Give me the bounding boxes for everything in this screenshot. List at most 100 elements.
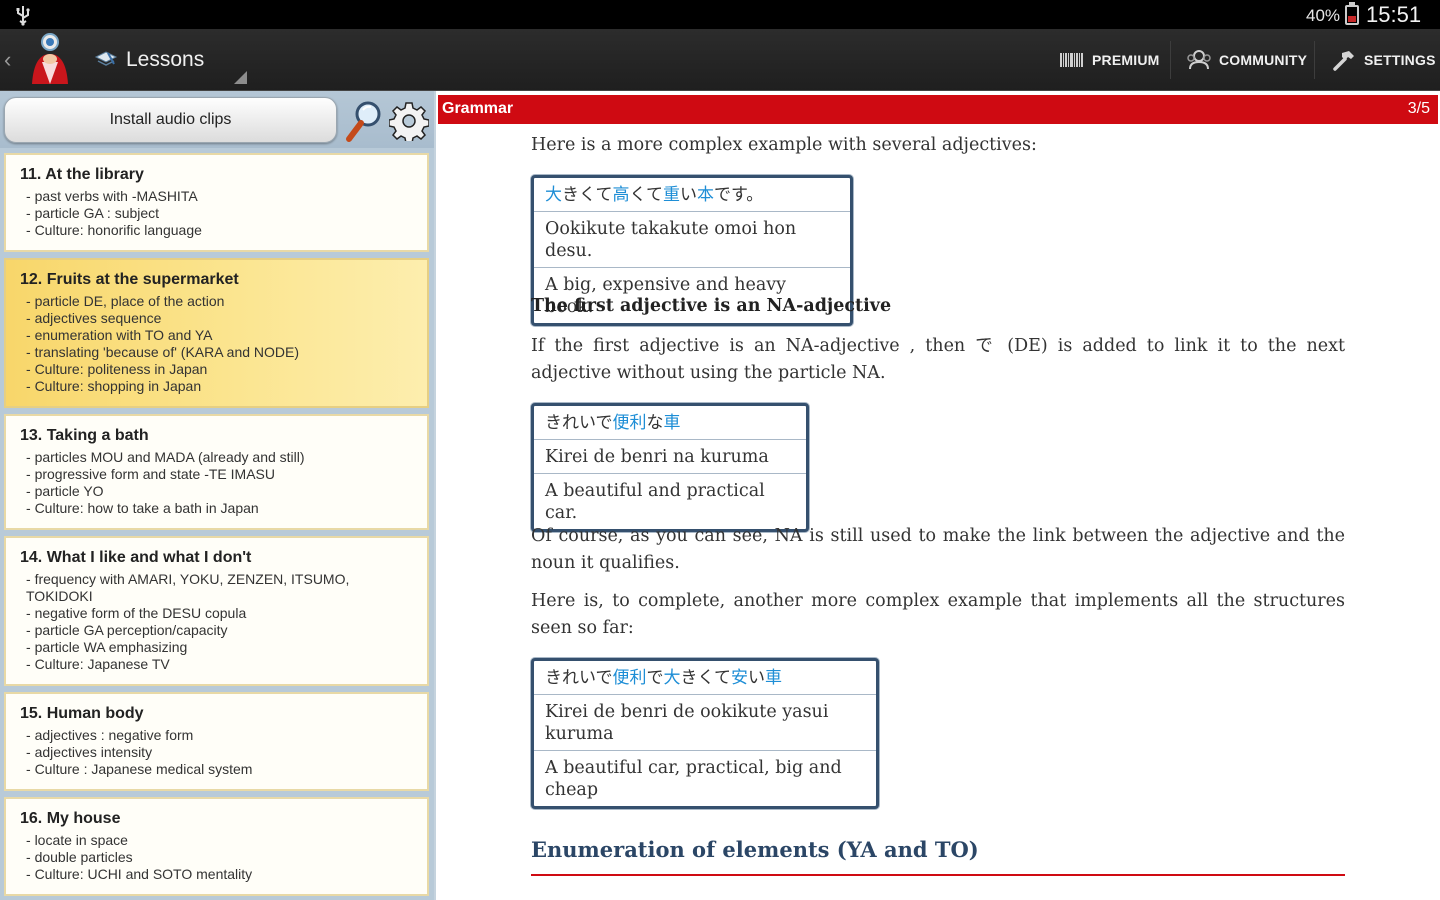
lesson-title: 16. My house	[20, 810, 121, 827]
lesson-topic: particles MOU and MADA (already and stil…	[26, 449, 377, 466]
example-english: A beautiful and practical car.	[534, 473, 806, 529]
lesson-topics: particles MOU and MADA (already and stil…	[20, 449, 427, 517]
subheading: The first adjective is an NA-adjective	[531, 296, 892, 316]
kana-segment: です。	[714, 185, 764, 205]
premium-button[interactable]: PREMIUM	[1060, 29, 1160, 91]
kana-segment: くて	[629, 185, 664, 205]
kanji-segment: 便利	[612, 413, 647, 433]
battery-percent: 40%	[1306, 6, 1341, 25]
gear-icon[interactable]	[389, 101, 429, 141]
lesson-topic: adjectives : negative form	[26, 727, 377, 744]
kanji-segment: 高	[612, 185, 630, 205]
lesson-title: 14. What I like and what I don't	[20, 549, 252, 566]
paragraph: If the first adjective is an NA-adjectiv…	[531, 336, 1345, 383]
kana-segment: い	[680, 185, 697, 205]
lesson-topic: particle WA emphasizing	[26, 639, 377, 656]
example-english: A beautiful car, practical, big and chea…	[534, 750, 876, 806]
community-label: COMMUNITY	[1219, 52, 1308, 68]
lesson-topic: particle GA perception/capacity	[26, 622, 377, 639]
paragraph: Of course, as you can see, NA is still u…	[531, 526, 1345, 573]
lesson-topic: locate in space	[26, 832, 377, 849]
lessons-sidebar: Install audio clips 11. At the library p…	[0, 91, 434, 900]
kana-segment: きくて	[562, 185, 613, 205]
settings-button[interactable]: SETTINGS	[1332, 29, 1436, 91]
lesson-topic: Culture: UCHI and SOTO mentality	[26, 866, 377, 883]
premium-label: PREMIUM	[1092, 52, 1160, 68]
lesson-topic: Culture: politeness in Japan	[26, 361, 377, 378]
kanji-segment: 安	[731, 668, 748, 688]
lesson-item[interactable]: 15. Human body adjectives : negative for…	[4, 692, 429, 791]
hammer-icon	[1333, 51, 1354, 71]
lesson-topic: progressive form and state -TE IMASU	[26, 466, 377, 483]
kana-segment: い	[748, 668, 765, 688]
lesson-item-selected[interactable]: 12. Fruits at the supermarket particle D…	[4, 258, 429, 408]
kanji-segment: 重	[663, 185, 680, 205]
grammar-content: Grammar 3/5 Here is a more complex examp…	[434, 91, 1440, 900]
intro-paragraph: Here is a more complex example with seve…	[531, 135, 1037, 155]
lesson-topic: Culture: how to take a bath in Japan	[26, 500, 377, 517]
lesson-topic: enumeration with TO and YA	[26, 327, 377, 344]
kanji-segment: 便利	[612, 668, 647, 688]
battery-icon	[1345, 2, 1359, 25]
lesson-topic: frequency with AMARI, YOKU, ZENZEN, ITSU…	[26, 571, 377, 605]
lesson-topic: Culture: honorific language	[26, 222, 377, 239]
example-japanese: きれいで便利で大きくて安い車	[534, 661, 876, 694]
action-bar: ‹ Lessons PREMIUM COMMUNITY SETTINGS	[0, 29, 1440, 91]
kanji-segment: 車	[663, 413, 681, 433]
kana-segment: きれいで	[545, 413, 613, 433]
example-box-2: きれいで便利な車 Kirei de benri na kuruma A beau…	[531, 403, 809, 532]
lesson-topic: past verbs with -MASHITA	[26, 188, 377, 205]
paragraph: Here is, to complete, another more compl…	[531, 591, 1345, 638]
example-box-3: きれいで便利で大きくて安い車 Kirei de benri de ookikut…	[531, 658, 879, 809]
kanji-segment: 本	[697, 185, 714, 205]
kana-segment: きくて	[680, 668, 732, 688]
dropdown-corner-icon[interactable]	[234, 71, 247, 84]
example-romaji: Kirei de benri de ookikute yasui kuruma	[534, 694, 876, 750]
lesson-topic: particle DE, place of the action	[26, 293, 377, 310]
barcode-icon	[1060, 53, 1083, 67]
community-button[interactable]: COMMUNITY	[1187, 29, 1307, 91]
screen-title[interactable]: Lessons	[126, 48, 204, 72]
lesson-item[interactable]: 11. At the library past verbs with -MASH…	[4, 153, 429, 252]
grammar-header: Grammar 3/5	[438, 95, 1438, 124]
lesson-topic: Culture : Japanese medical system	[26, 761, 377, 778]
grammar-header-title: Grammar	[442, 100, 514, 117]
page-indicator: 3/5	[1407, 100, 1430, 117]
kanji-segment: 大	[545, 185, 562, 205]
example-japanese: きれいで便利な車	[534, 406, 806, 439]
lesson-title: 11. At the library	[20, 166, 144, 183]
example-romaji: Ookikute takakute omoi hon desu.	[534, 211, 850, 267]
status-bar: 40% 15:51	[0, 0, 1440, 29]
lesson-title: 15. Human body	[20, 705, 144, 722]
install-audio-button[interactable]: Install audio clips	[4, 97, 337, 143]
lesson-item[interactable]: 14. What I like and what I don't frequen…	[4, 536, 429, 686]
back-chevron-icon[interactable]: ‹	[4, 47, 11, 73]
lesson-topic: particle YO	[26, 483, 377, 500]
example-japanese: 大きくて高くて重い本です。	[534, 178, 850, 211]
usb-icon	[16, 6, 30, 26]
search-icon[interactable]	[344, 99, 384, 143]
lesson-item[interactable]: 13. Taking a bath particles MOU and MADA…	[4, 414, 429, 530]
clock: 15:51	[1366, 2, 1422, 27]
section-divider	[531, 874, 1345, 876]
lesson-topics: adjectives : negative form adjectives in…	[20, 727, 427, 778]
community-icon	[1187, 50, 1211, 70]
lesson-title: 12. Fruits at the supermarket	[20, 271, 239, 288]
lesson-item[interactable]: 16. My house locate in space double part…	[4, 797, 429, 896]
kana-segment: きれいで	[545, 668, 613, 688]
lesson-topic: translating 'because of' (KARA and NODE)	[26, 344, 377, 361]
lesson-topics: frequency with AMARI, YOKU, ZENZEN, ITSU…	[20, 571, 427, 673]
example-romaji: Kirei de benri na kuruma	[534, 439, 806, 473]
app-logo-icon[interactable]	[26, 32, 74, 88]
lesson-topics: past verbs with -MASHITA particle GA : s…	[20, 188, 427, 239]
lesson-topics: particle DE, place of the action adjecti…	[20, 293, 427, 395]
lesson-topic: double particles	[26, 849, 377, 866]
lessons-book-icon	[94, 51, 118, 66]
lesson-topic: adjectives intensity	[26, 744, 377, 761]
lesson-topic: Culture: Japanese TV	[26, 656, 377, 673]
sidebar-toolbar: Install audio clips	[0, 91, 434, 148]
kana-segment: で	[646, 668, 664, 688]
lesson-topics: locate in space double particles Culture…	[20, 832, 427, 883]
kanji-segment: 大	[663, 668, 681, 688]
lesson-topic: negative form of the DESU copula	[26, 605, 377, 622]
